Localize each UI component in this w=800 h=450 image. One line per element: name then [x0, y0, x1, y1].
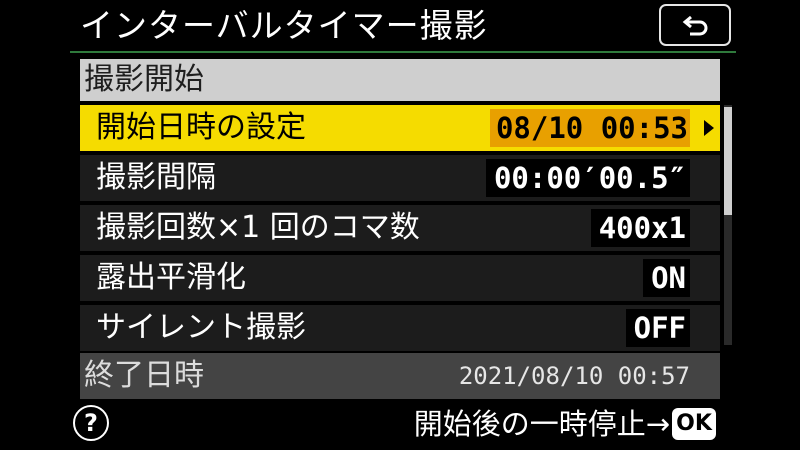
- menu-item-label: 撮影間隔: [96, 160, 216, 195]
- back-button[interactable]: [659, 4, 731, 46]
- menu-item-silent-shooting[interactable]: サイレント撮影 OFF: [80, 305, 720, 351]
- page-title: インターバルタイマー撮影: [80, 6, 488, 45]
- return-icon: [682, 15, 708, 36]
- menu-item-value: 08/10 00:53: [489, 109, 690, 147]
- menu-item-value: 400x1: [590, 209, 690, 247]
- settings-list: 開始日時の設定 08/10 00:53 撮影間隔 00:00′00.5″ 撮影回…: [80, 105, 720, 351]
- start-shooting-item[interactable]: 撮影開始: [80, 59, 720, 101]
- hint-text: 開始後の一時停止→: [413, 407, 670, 441]
- menu-item-label: 開始日時の設定: [96, 110, 306, 145]
- scrollbar-thumb[interactable]: [724, 107, 732, 215]
- pause-hint: 開始後の一時停止→ OK: [414, 404, 716, 444]
- end-time-label: 終了日時: [84, 358, 204, 393]
- menu-item-label: 撮影回数×1 回のコマ数: [96, 210, 420, 245]
- menu-item-interval[interactable]: 撮影間隔 00:00′00.5″: [80, 155, 720, 201]
- menu-item-value: ON: [643, 259, 690, 297]
- menu-item-label: 露出平滑化: [96, 260, 246, 295]
- menu-item-exposure-smoothing[interactable]: 露出平滑化 ON: [80, 255, 720, 301]
- menu-item-start-datetime[interactable]: 開始日時の設定 08/10 00:53: [80, 105, 720, 151]
- end-time-info: 終了日時 2021/08/10 00:57: [80, 353, 720, 399]
- end-time-value: 2021/08/10 00:57: [458, 362, 690, 390]
- header-divider: [70, 51, 736, 53]
- chevron-right-icon: [704, 120, 714, 136]
- menu-item-value: 00:00′00.5″: [485, 159, 690, 197]
- scrollbar[interactable]: [724, 105, 732, 345]
- camera-menu-screen: インターバルタイマー撮影 撮影開始 開始日時の設定 08/10 00:53 撮影…: [0, 0, 800, 450]
- menu-item-value: OFF: [625, 309, 690, 347]
- menu-item-label: サイレント撮影: [96, 310, 306, 345]
- help-icon[interactable]: ?: [73, 405, 109, 441]
- menu-header: インターバルタイマー撮影: [0, 0, 800, 53]
- menu-item-shot-count[interactable]: 撮影回数×1 回のコマ数 400x1: [80, 205, 720, 251]
- ok-button-icon: OK: [672, 408, 716, 440]
